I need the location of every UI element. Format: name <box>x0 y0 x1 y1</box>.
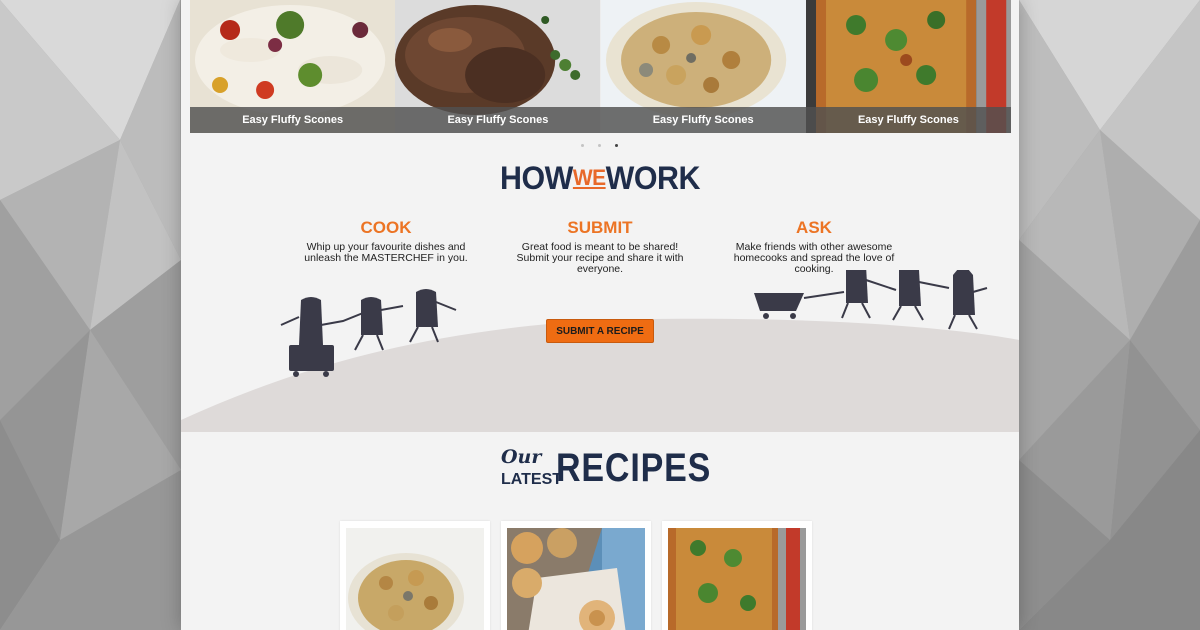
site-page: Easy Fluffy Scones Easy Fluffy Scones Ea… <box>181 0 1019 630</box>
recipe-card[interactable] <box>662 521 812 630</box>
slide-caption[interactable]: Easy Fluffy Scones <box>190 107 396 133</box>
step-description: Make friends with other awesome homecook… <box>719 242 909 275</box>
heading-recipes: RECIPES <box>556 446 712 490</box>
heading-work: WORK <box>605 160 701 196</box>
slide-caption[interactable]: Easy Fluffy Scones <box>600 107 806 133</box>
step-cook: COOK Whip up your favourite dishes and u… <box>291 218 481 264</box>
hill-illustration <box>181 270 1019 432</box>
carousel-slide[interactable]: Easy Fluffy Scones <box>600 0 806 133</box>
step-title: SUBMIT <box>567 218 633 237</box>
heading-how: HOW <box>500 160 573 196</box>
carousel-slide[interactable]: Easy Fluffy Scones <box>805 0 1011 133</box>
step-submit: SUBMIT Great food is meant to be shared!… <box>505 218 695 275</box>
heading-our: Our <box>501 446 542 468</box>
baked-casserole-image <box>668 528 806 630</box>
recipe-carousel[interactable]: Easy Fluffy Scones Easy Fluffy Scones Ea… <box>190 0 1011 133</box>
slide-caption[interactable]: Easy Fluffy Scones <box>805 107 1011 133</box>
step-line: cooking. <box>794 263 834 275</box>
heading-latest: LATEST <box>501 471 563 488</box>
step-description: Whip up your favourite dishes and unleas… <box>291 242 481 264</box>
latest-recipes-heading: Our LATEST RECIPES <box>501 446 710 496</box>
step-line: unleash the MASTERCHEF in you. <box>304 252 468 264</box>
how-we-work-heading: HOWWEWORK <box>202 160 998 197</box>
fusilli-pasta-image <box>346 528 484 630</box>
carousel-pagination <box>581 144 618 147</box>
carousel-slide[interactable]: Easy Fluffy Scones <box>190 0 396 133</box>
carousel-dot[interactable] <box>598 144 601 147</box>
step-title: ASK <box>796 218 832 237</box>
carousel-dot[interactable] <box>581 144 584 147</box>
carousel-slide[interactable]: Easy Fluffy Scones <box>395 0 601 133</box>
submit-recipe-button[interactable]: SUBMIT A RECIPE <box>546 319 654 343</box>
step-description: Great food is meant to be shared! Submit… <box>505 242 695 275</box>
step-title: COOK <box>360 218 412 237</box>
step-ask: ASK Make friends with other awesome home… <box>719 218 909 275</box>
recipe-card[interactable] <box>340 521 490 630</box>
recipe-card[interactable] <box>501 521 651 630</box>
heading-we: WE <box>572 165 606 190</box>
step-line: everyone. <box>576 263 624 275</box>
slide-caption[interactable]: Easy Fluffy Scones <box>395 107 601 133</box>
cinnamon-rolls-image <box>507 528 645 630</box>
carousel-dot-active[interactable] <box>615 144 618 147</box>
